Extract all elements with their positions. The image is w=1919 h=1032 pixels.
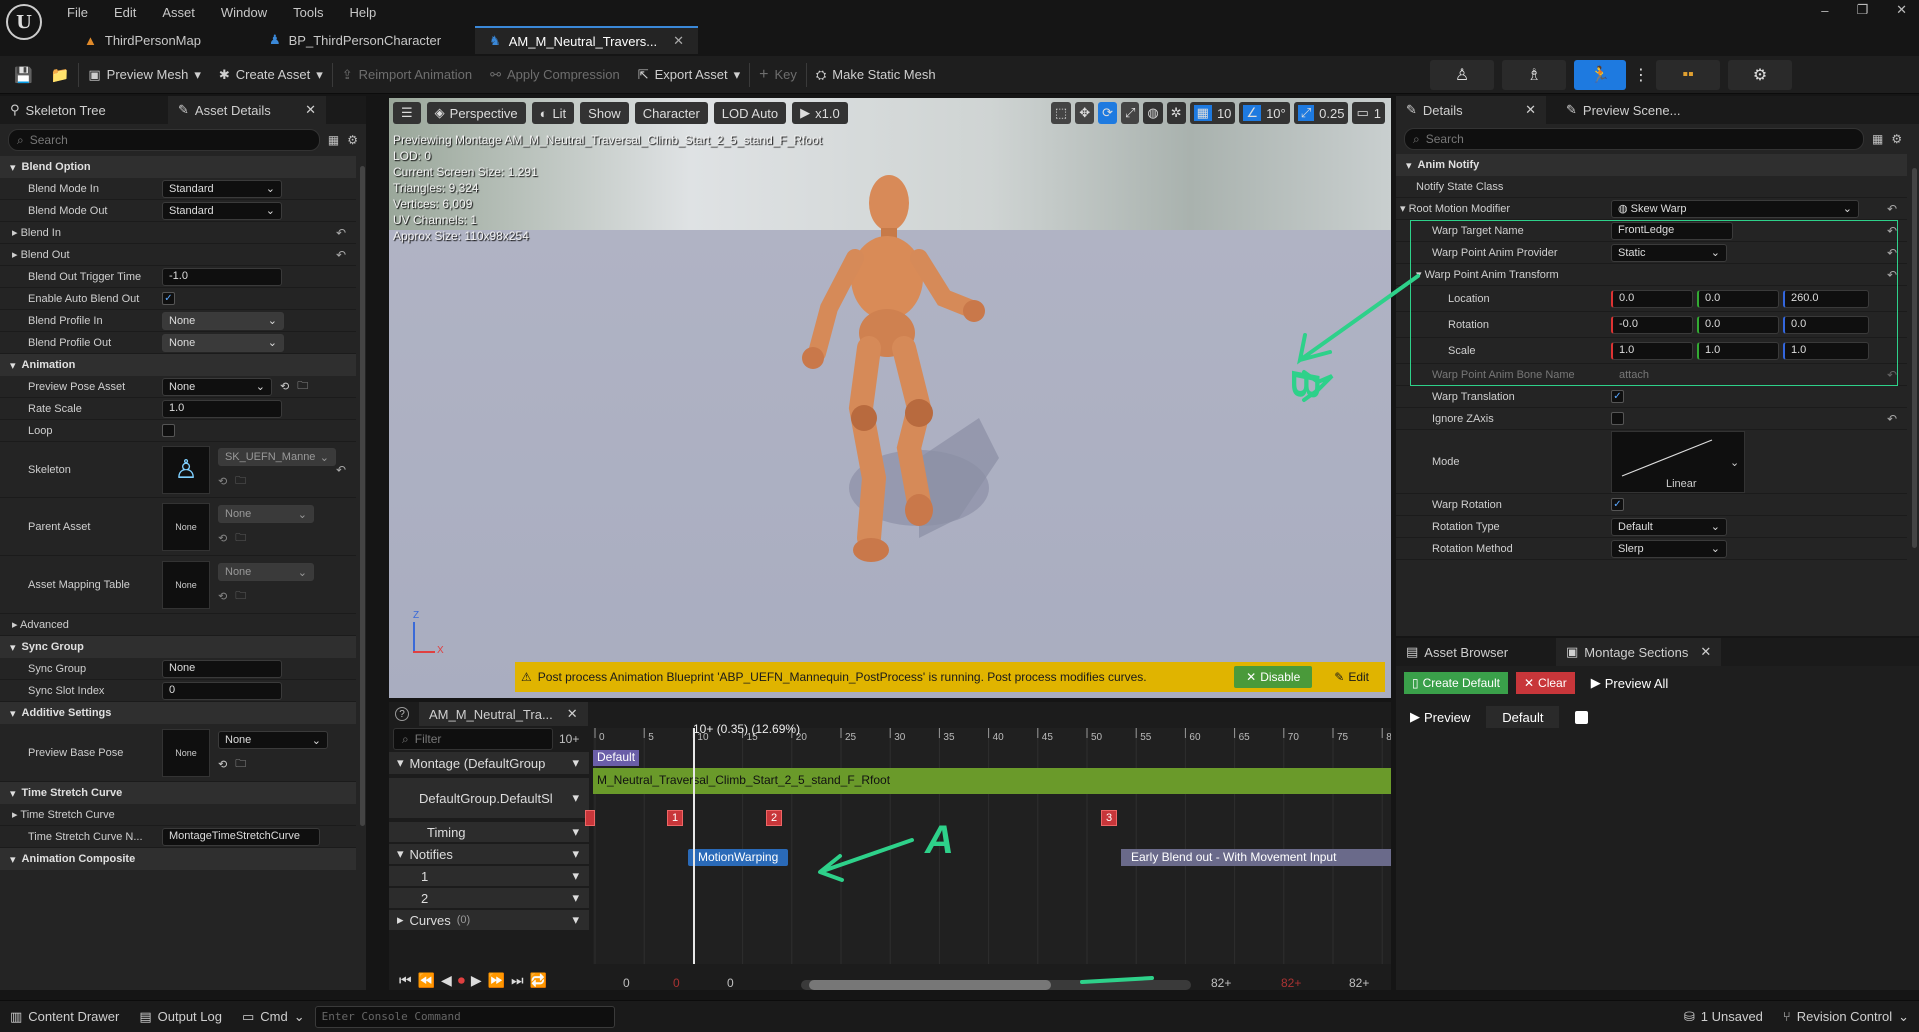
content-drawer-button[interactable]: ▥ Content Drawer <box>0 1002 129 1032</box>
unsaved-button[interactable]: ⛁ 1 Unsaved <box>1674 1002 1773 1032</box>
terminal-icon: ▭ <box>241 1008 255 1024</box>
annotation-letter-a: A <box>925 818 954 862</box>
revision-control-icon: ⑂ <box>1782 1009 1791 1024</box>
chevron-down-icon: ⌄ <box>293 1008 305 1024</box>
output-log-icon: ▤ <box>139 1008 152 1024</box>
cmd-button[interactable]: ▭ Cmd ⌄ <box>232 1002 315 1032</box>
chevron-down-icon: ⌄ <box>1898 1008 1909 1024</box>
output-log-label: Output Log <box>157 1009 222 1024</box>
revision-control-label: Revision Control <box>1796 1009 1893 1024</box>
revision-control-button[interactable]: ⑂ Revision Control ⌄ <box>1773 1002 1919 1032</box>
content-drawer-icon: ▥ <box>10 1008 23 1024</box>
status-bar: ▥ Content Drawer ▤ Output Log ▭ Cmd ⌄ Enter … <box>0 1000 1919 1032</box>
annotation-letter-b: B <box>1282 370 1327 399</box>
console-input[interactable]: Enter Console Command <box>314 1005 615 1028</box>
unsaved-icon: ⛁ <box>1683 1008 1695 1024</box>
content-drawer-label: Content Drawer <box>28 1009 120 1024</box>
unsaved-label: 1 Unsaved <box>1700 1009 1763 1024</box>
annotation-overlay <box>818 274 1420 984</box>
output-log-button[interactable]: ▤ Output Log <box>129 1002 232 1032</box>
cmd-label: Cmd <box>260 1009 288 1024</box>
